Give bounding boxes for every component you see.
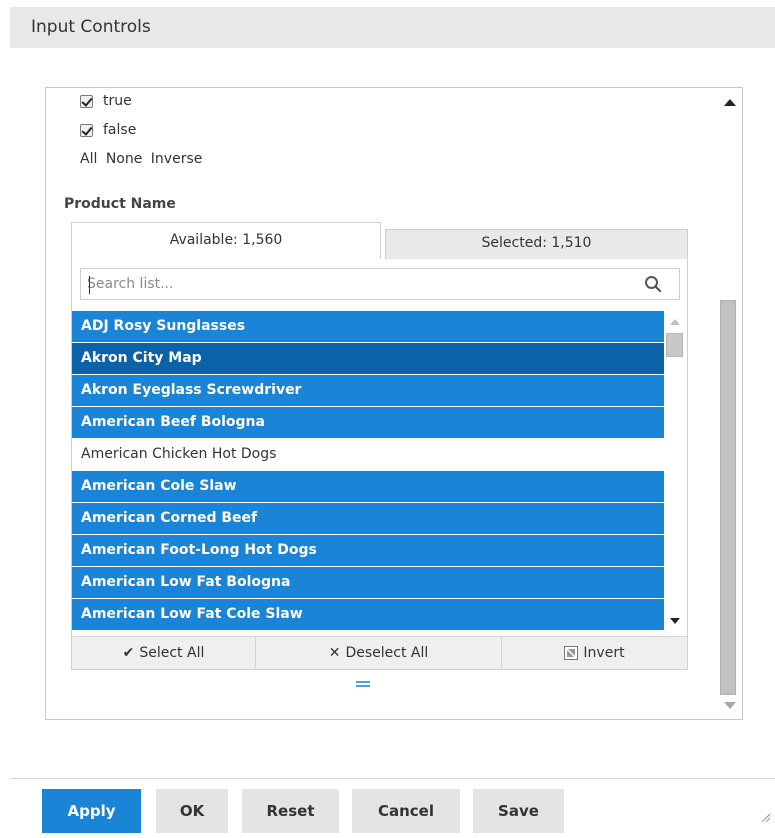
list-item[interactable]: ADJ Rosy Sunglasses [72, 311, 664, 343]
checkbox-false-label: false [103, 122, 137, 138]
invert-icon [564, 646, 579, 660]
list-scroll-down-icon[interactable] [670, 618, 680, 624]
dialog-header: Input Controls [10, 7, 775, 48]
list-scrollbar[interactable] [665, 311, 685, 636]
list-item[interactable]: American Chicken Hot Dogs [72, 439, 664, 471]
ok-button[interactable]: OK [156, 789, 228, 833]
list-item[interactable]: Akron Eyeglass Screwdriver [72, 375, 664, 407]
checkbox-false[interactable] [80, 123, 93, 137]
x-icon: ✕ [328, 645, 341, 661]
invert-button[interactable]: Invert [502, 637, 687, 669]
text-caret [89, 276, 90, 294]
inverse-link[interactable]: Inverse [151, 151, 203, 167]
list-item[interactable]: American Beef Bologna [72, 407, 664, 439]
search-box[interactable] [80, 268, 680, 300]
save-button[interactable]: Save [473, 789, 564, 833]
checkbox-true[interactable] [80, 94, 93, 108]
deselect-all-button[interactable]: ✕ Deselect All [256, 637, 502, 669]
scroll-thumb[interactable] [720, 300, 736, 695]
cancel-button[interactable]: Cancel [352, 789, 460, 833]
checkbox-false-row[interactable]: false [80, 122, 136, 138]
scroll-up-icon[interactable] [724, 99, 736, 106]
list-item[interactable]: American Foot-Long Hot Dogs [72, 535, 664, 567]
checkbox-true-label: true [103, 93, 132, 109]
search-input[interactable] [87, 270, 637, 298]
panel-scrollbar[interactable] [718, 88, 742, 719]
reset-button[interactable]: Reset [242, 789, 339, 833]
list-item[interactable]: American Corned Beef [72, 503, 664, 535]
search-icon[interactable] [644, 275, 662, 293]
apply-button[interactable]: Apply [42, 789, 141, 833]
product-list: ADJ Rosy Sunglasses Akron City Map Akron E… [72, 311, 664, 636]
tab-selected[interactable]: Selected: 1,510 [385, 229, 688, 260]
deselect-all-label: Deselect All [345, 645, 429, 661]
bulk-select-links: All None Inverse [80, 151, 206, 167]
list-item[interactable]: American Low Fat Bologna [72, 567, 664, 599]
select-all-button[interactable]: ✔ Select All [72, 637, 256, 669]
dialog-title: Input Controls [31, 17, 151, 37]
check-icon: ✔ [122, 645, 135, 661]
scroll-down-icon[interactable] [724, 702, 736, 709]
list-toolbar: ✔ Select All ✕ Deselect All Invert [72, 636, 687, 669]
select-all-label: Select All [139, 645, 205, 661]
list-resize-handle[interactable] [356, 681, 370, 687]
tab-available[interactable]: Available: 1,560 [71, 222, 381, 260]
list-item[interactable]: American Low Fat Cole Slaw [72, 599, 664, 631]
footer-divider [10, 778, 775, 779]
list-item[interactable]: Akron City Map [72, 343, 664, 375]
list-scroll-thumb[interactable] [666, 333, 683, 357]
list-item[interactable]: American Cole Slaw [72, 471, 664, 503]
dialog-resize-grip-icon[interactable] [761, 813, 771, 823]
all-link[interactable]: All [80, 151, 97, 167]
product-name-label: Product Name [64, 196, 176, 212]
list-scroll-up-icon[interactable] [670, 319, 680, 325]
none-link[interactable]: None [106, 151, 143, 167]
invert-label: Invert [583, 645, 625, 661]
checkbox-true-row[interactable]: true [80, 93, 132, 109]
